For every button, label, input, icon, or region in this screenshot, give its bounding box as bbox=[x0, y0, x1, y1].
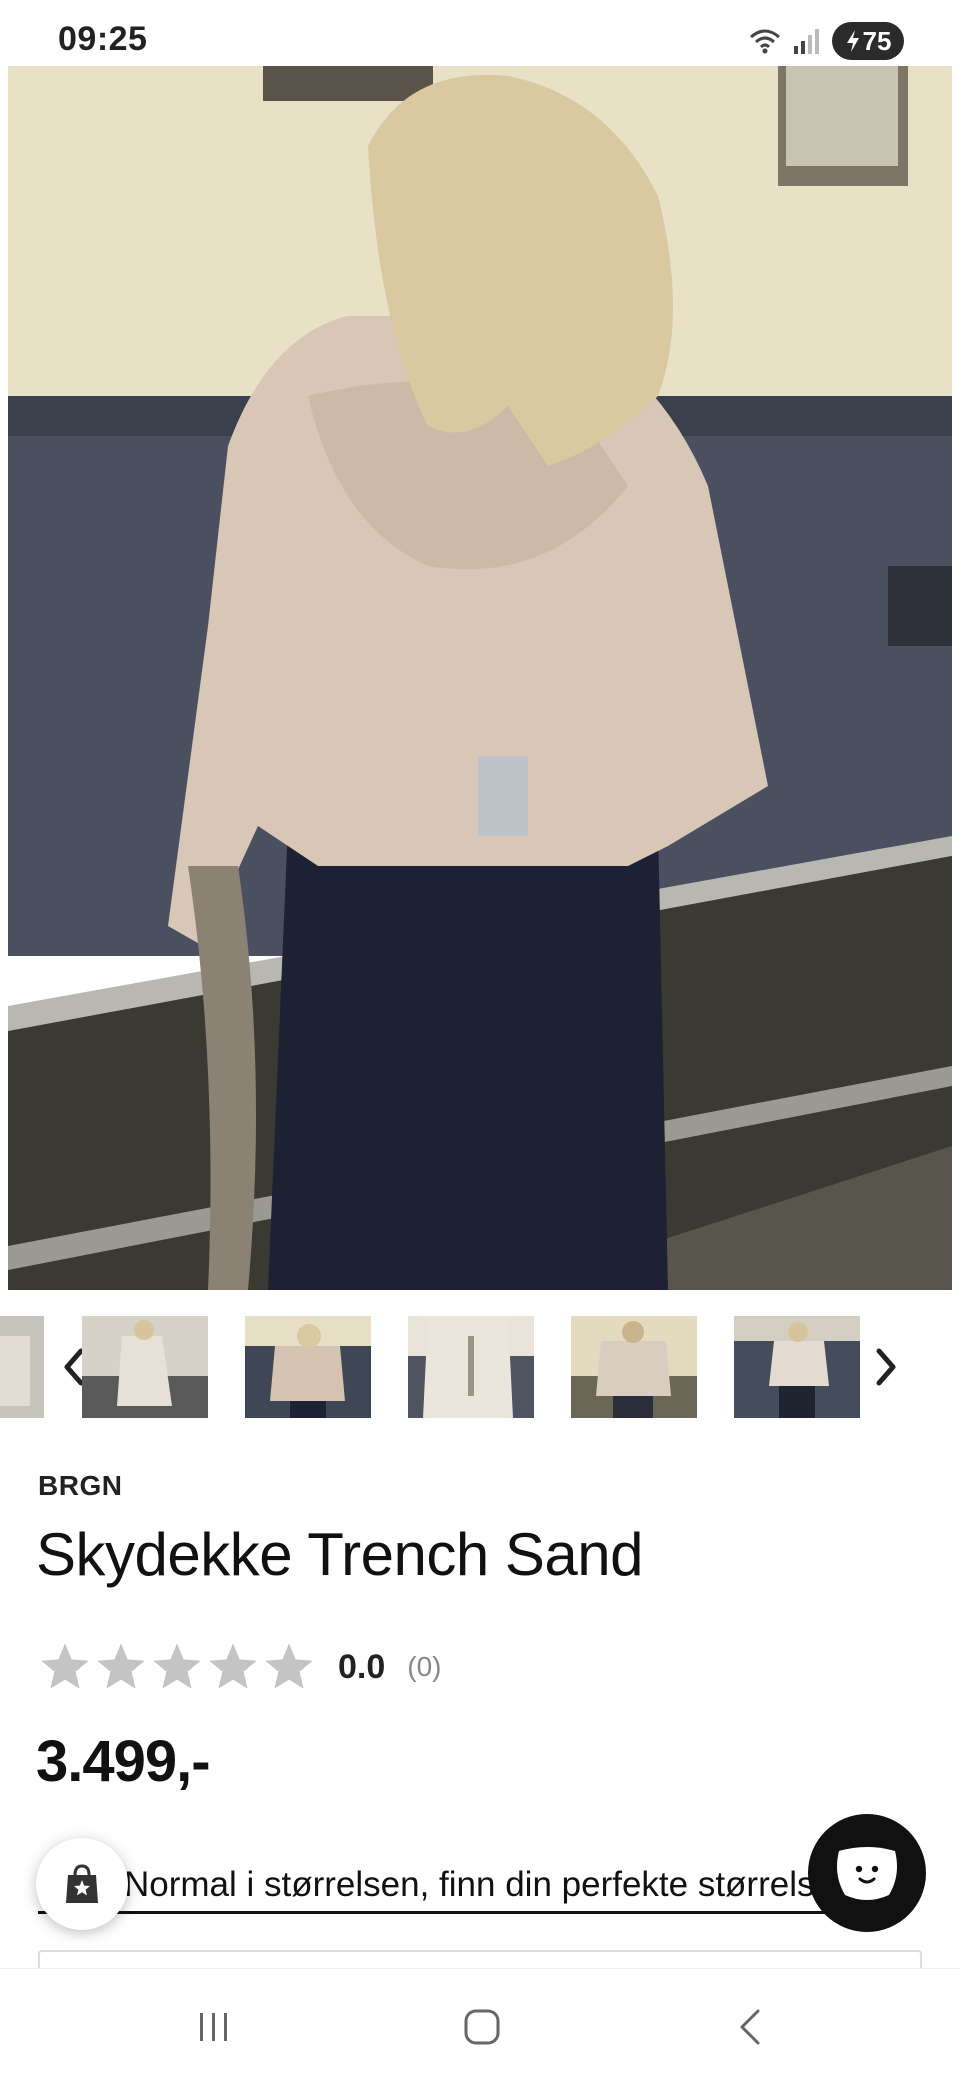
back-button[interactable] bbox=[722, 1997, 782, 2057]
battery-indicator: 75 bbox=[832, 22, 904, 60]
product-brand[interactable]: BRGN bbox=[38, 1470, 122, 1502]
product-title: Skydekke Trench Sand bbox=[36, 1521, 644, 1588]
back-icon bbox=[740, 2009, 760, 2045]
shopping-bag-star-icon bbox=[66, 1864, 98, 1903]
chevron-right-icon bbox=[876, 1348, 896, 1386]
rating-count: (0) bbox=[407, 1651, 442, 1682]
thumbnail[interactable] bbox=[82, 1316, 208, 1418]
thumbnail-strip bbox=[0, 1316, 960, 1420]
battery-level: 75 bbox=[862, 25, 892, 56]
thumbnail[interactable] bbox=[245, 1316, 371, 1418]
status-bar: 09:25 75 bbox=[0, 0, 960, 66]
thumbnail-partial[interactable] bbox=[0, 1316, 44, 1418]
star-icon bbox=[265, 1643, 313, 1689]
product-main-image[interactable] bbox=[8, 66, 952, 1290]
chat-button[interactable] bbox=[808, 1814, 926, 1932]
system-nav-bar bbox=[0, 1968, 960, 2080]
loyalty-button[interactable] bbox=[36, 1838, 128, 1930]
star-icon bbox=[153, 1643, 201, 1689]
product-photo bbox=[8, 66, 952, 1290]
star-icon bbox=[41, 1643, 89, 1689]
star-icon bbox=[209, 1643, 257, 1689]
wifi-icon bbox=[750, 29, 780, 54]
status-icons: 75 bbox=[748, 22, 904, 60]
product-rating[interactable]: 0.0 (0) bbox=[38, 1640, 442, 1694]
star-icon bbox=[97, 1643, 145, 1689]
home-button[interactable] bbox=[452, 1997, 512, 2057]
thumbnail[interactable] bbox=[408, 1316, 534, 1418]
chat-face-icon bbox=[837, 1847, 897, 1900]
size-guide-link[interactable]: Normal i størrelsen, finn din perfekte s… bbox=[38, 1862, 898, 1914]
battery-charging-icon bbox=[846, 30, 859, 52]
thumbnail[interactable] bbox=[571, 1316, 697, 1418]
product-price: 3.499,- bbox=[36, 1729, 211, 1794]
rating-value: 0.0 bbox=[338, 1647, 386, 1686]
recent-apps-icon bbox=[200, 2013, 227, 2041]
recent-apps-button[interactable] bbox=[184, 1997, 244, 2057]
thumbnail[interactable] bbox=[734, 1316, 860, 1418]
home-icon bbox=[464, 2009, 500, 2045]
signal-icon bbox=[794, 29, 819, 54]
gallery-next-button[interactable] bbox=[862, 1338, 910, 1396]
status-time: 09:25 bbox=[58, 20, 148, 58]
